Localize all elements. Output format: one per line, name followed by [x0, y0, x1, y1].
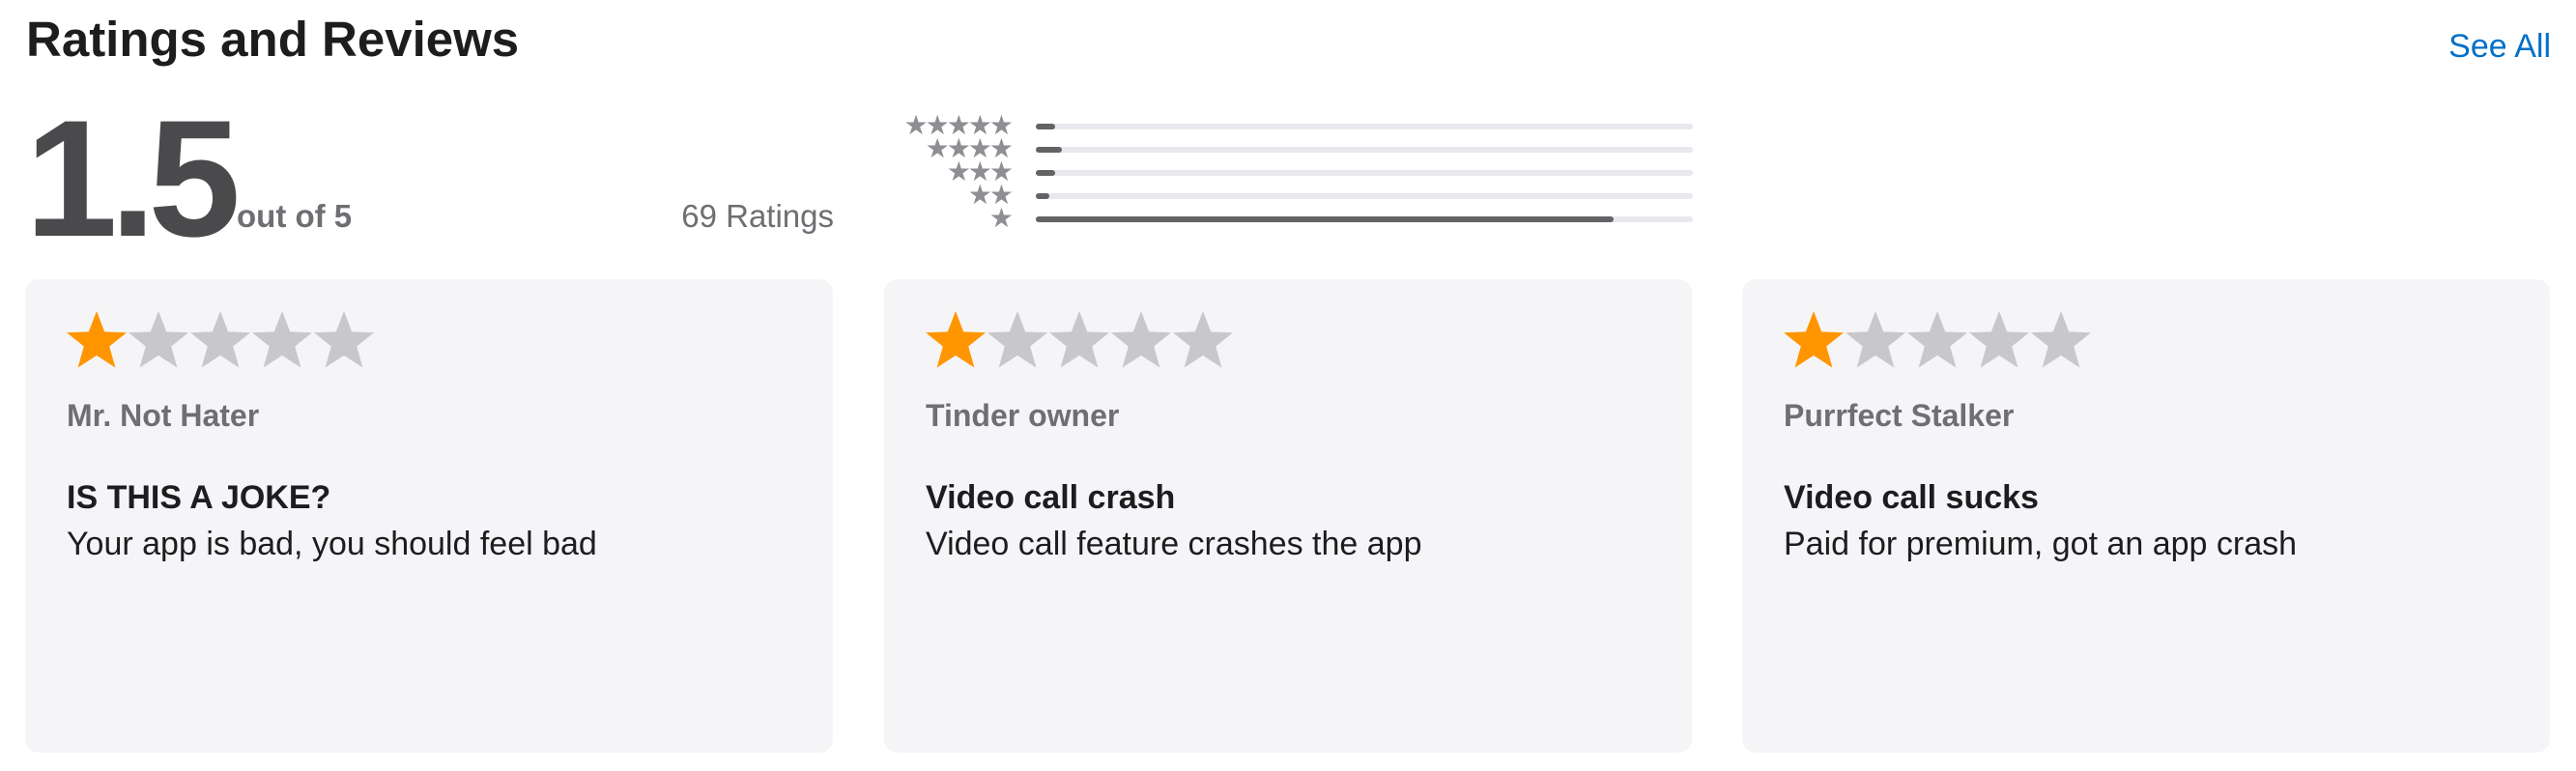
- histogram-fill: [1036, 193, 1049, 199]
- histogram-track: [1036, 193, 1693, 199]
- histogram-track: [1036, 124, 1693, 129]
- review-stars: [66, 308, 375, 376]
- review-body: Your app is bad, you should feel bad: [67, 526, 597, 562]
- see-all-link[interactable]: See All: [2448, 23, 2551, 70]
- star-empty-icon: [1969, 311, 2029, 368]
- histogram-fill: [1036, 147, 1063, 153]
- star-empty-icon: [129, 311, 188, 368]
- star-empty-icon: [1111, 311, 1171, 368]
- star-empty-icon: [252, 311, 312, 368]
- histogram-row-2: ★★: [0, 182, 2576, 209]
- star-empty-icon: [1846, 311, 1905, 368]
- star-empty-icon: [1173, 311, 1233, 368]
- histogram-track: [1036, 216, 1693, 222]
- star-filled-icon: [67, 311, 127, 368]
- star-empty-icon: [1907, 311, 1967, 368]
- histogram-track: [1036, 147, 1693, 153]
- review-author: Mr. Not Hater: [67, 398, 260, 433]
- review-card[interactable]: Mr. Not Hater IS THIS A JOKE? Your app i…: [25, 279, 833, 753]
- histogram-stars-label: ★: [988, 203, 1014, 233]
- histogram-row-3: ★★★: [0, 158, 2576, 186]
- histogram-row-1: ★: [0, 203, 2576, 233]
- star-empty-icon: [2031, 311, 2091, 368]
- review-stars: [1783, 308, 2092, 376]
- review-title: Video call sucks: [1784, 479, 2039, 516]
- star-filled-icon: [926, 311, 986, 368]
- histogram-row-5: ★★★★★: [0, 112, 2576, 139]
- histogram-track: [1036, 170, 1693, 176]
- review-author: Purrfect Stalker: [1784, 398, 2015, 433]
- histogram-fill: [1036, 216, 1615, 222]
- histogram-row-4: ★★★★: [0, 135, 2576, 162]
- review-title: Video call crash: [926, 479, 1176, 516]
- review-title: IS THIS A JOKE?: [67, 479, 331, 516]
- star-empty-icon: [314, 311, 374, 368]
- star-empty-icon: [1049, 311, 1109, 368]
- histogram-fill: [1036, 124, 1056, 129]
- section-title: Ratings and Reviews: [26, 12, 520, 67]
- star-empty-icon: [987, 311, 1047, 368]
- review-body: Video call feature crashes the app: [926, 526, 1422, 562]
- review-card[interactable]: Tinder owner Video call crash Video call…: [884, 279, 1692, 753]
- review-stars: [925, 308, 1234, 376]
- star-filled-icon: [1784, 311, 1844, 368]
- histogram-fill: [1036, 170, 1056, 176]
- review-body: Paid for premium, got an app crash: [1784, 526, 2298, 562]
- star-empty-icon: [190, 311, 250, 368]
- review-author: Tinder owner: [926, 398, 1120, 433]
- review-card[interactable]: Purrfect Stalker Video call sucks Paid f…: [1742, 279, 2550, 753]
